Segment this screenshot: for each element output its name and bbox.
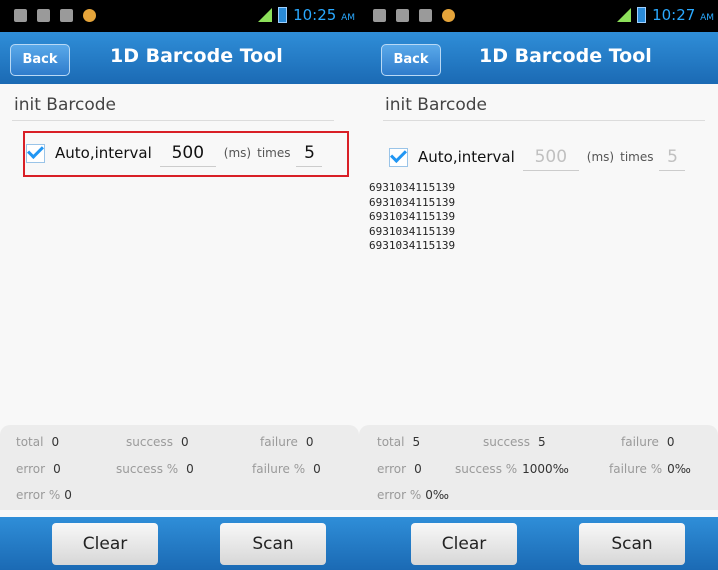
auto-options-row: Auto,interval 500 (ms) times 5 <box>381 137 711 177</box>
title-bar: Back 1D Barcode Tool <box>359 32 718 84</box>
clock: 10:25 AM <box>293 6 355 24</box>
init-barcode-field[interactable]: init Barcode <box>383 90 705 121</box>
times-input[interactable]: 5 <box>659 144 686 171</box>
back-button[interactable]: Back <box>10 44 70 76</box>
usb-icon <box>396 9 409 22</box>
notification-icons <box>373 9 455 22</box>
signal-icon <box>617 8 632 22</box>
scan-output-list: 6931034115139 6931034115139 693103411513… <box>369 181 455 254</box>
sync-icon <box>14 9 27 22</box>
back-button[interactable]: Back <box>381 44 441 76</box>
bottom-bar: Clear Scan <box>0 517 359 570</box>
sync-icon <box>373 9 386 22</box>
output-line: 6931034115139 <box>369 195 456 209</box>
output-line: 6931034115139 <box>369 224 456 238</box>
interval-input[interactable]: 500 <box>522 144 579 171</box>
clear-button[interactable]: Clear <box>411 523 517 565</box>
stat-failure-percent: failure % 0‰ <box>609 462 691 476</box>
gallery-icon <box>419 9 432 22</box>
output-line: 6931034115139 <box>369 181 456 194</box>
page-title: 1D Barcode Tool <box>479 45 652 67</box>
scan-button[interactable]: Scan <box>220 523 326 565</box>
stat-success: success 0 <box>126 435 189 449</box>
signal-icon <box>258 8 273 22</box>
usb-icon <box>37 9 50 22</box>
notification-icons <box>14 9 96 22</box>
status-bar: 10:27 AM <box>359 0 718 32</box>
phone-screen-left: 10:25 AM Back 1D Barcode Tool init Barco… <box>0 0 359 570</box>
stat-success: success 5 <box>483 435 546 449</box>
status-bar: 10:25 AM <box>0 0 359 32</box>
stats-panel: total 5 success 5 failure 0 error 0 success … <box>359 425 718 510</box>
app-icon <box>83 9 96 22</box>
stat-total: total 5 <box>377 435 421 449</box>
stat-total: total 0 <box>16 435 60 449</box>
output-line: 6931034115139 <box>369 239 456 252</box>
title-bar: Back 1D Barcode Tool <box>0 32 359 84</box>
battery-icon <box>278 7 288 23</box>
clear-button[interactable]: Clear <box>52 523 158 565</box>
stat-error: error 0 <box>377 462 422 476</box>
stat-success-percent: success % 0 <box>116 462 194 476</box>
page-title: 1D Barcode Tool <box>110 45 283 67</box>
app-icon <box>442 9 455 22</box>
scan-button[interactable]: Scan <box>579 523 685 565</box>
stat-failure-percent: failure % 0 <box>252 462 321 476</box>
clock: 10:27 AM <box>652 6 714 24</box>
auto-checkbox[interactable] <box>389 147 408 167</box>
highlight-box <box>23 131 349 177</box>
stat-success-percent: success % 1000‰ <box>455 462 569 476</box>
stat-error-percent: error % 0 <box>16 488 72 502</box>
phone-screen-right: 10:27 AM Back 1D Barcode Tool init Barco… <box>359 0 718 570</box>
auto-interval-label: Auto,interval <box>418 148 515 166</box>
stat-failure: failure 0 <box>621 435 675 449</box>
ms-label: (ms) <box>586 150 615 164</box>
battery-icon <box>637 7 647 23</box>
output-line: 6931034115139 <box>369 210 456 223</box>
gallery-icon <box>60 9 73 22</box>
stat-failure: failure 0 <box>260 435 314 449</box>
stats-panel: total 0 success 0 failure 0 error 0 success … <box>0 425 359 510</box>
init-barcode-field[interactable]: init Barcode <box>12 90 334 121</box>
times-label: times <box>620 150 654 164</box>
stat-error: error 0 <box>16 462 61 476</box>
bottom-bar: Clear Scan <box>359 517 718 570</box>
stat-error-percent: error % 0‰ <box>377 488 450 502</box>
